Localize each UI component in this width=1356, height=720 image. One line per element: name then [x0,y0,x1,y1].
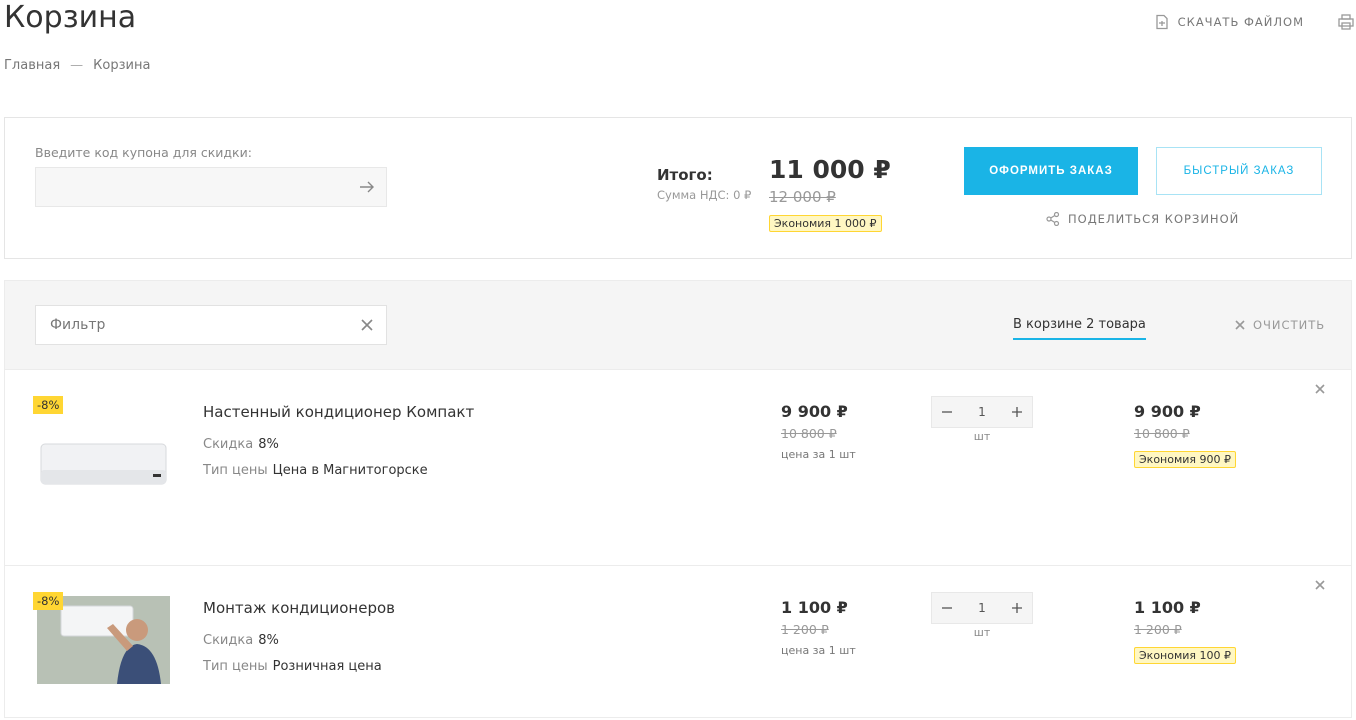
breadcrumb-current: Корзина [93,58,151,73]
print-icon [1338,14,1354,30]
discount-property: Скидка 8% [203,437,279,452]
economy-badge: Экономия 1 000 ₽ [769,215,882,232]
item-sum: 9 900 ₽ [1134,402,1201,421]
economy-badge: Экономия 900 ₽ [1134,451,1237,468]
clear-cart-label: Очистить [1253,318,1326,332]
remove-item-button[interactable] [1315,580,1325,590]
breadcrumb-separator: — [70,58,84,73]
per-unit-label: цена за 1 шт [781,644,856,657]
quantity-unit: шт [973,626,991,639]
increase-quantity-button[interactable] [1002,397,1032,427]
download-file-label: Скачать файлом [1177,15,1304,29]
page-title: Корзина [4,0,137,35]
print-button[interactable] [1336,12,1356,32]
quantity-unit: шт [973,430,991,443]
discount-property: Скидка 8% [203,633,279,648]
discount-value: 8% [258,633,279,648]
discount-label: Скидка [203,633,254,648]
old-unit-price: 10 800 ₽ [781,426,837,441]
arrow-right-icon[interactable] [358,178,376,196]
price-type-property: Тип цены Розничная цена [203,659,382,674]
decrease-quantity-button[interactable] [932,397,962,427]
increase-quantity-button[interactable] [1002,593,1032,623]
filter-placeholder: Фильтр [50,317,106,333]
share-cart-label: Поделиться корзиной [1068,212,1240,226]
old-item-sum: 10 800 ₽ [1134,426,1190,441]
share-icon [1046,212,1060,226]
top-actions: Скачать файлом [1154,12,1356,32]
product-name[interactable]: Монтаж кондиционеров [203,599,395,617]
per-unit-label: цена за 1 шт [781,448,856,461]
item-economy: Экономия 100 ₽ [1134,644,1237,664]
plus-icon [1011,407,1022,417]
item-economy: Экономия 900 ₽ [1134,448,1237,468]
quantity-value[interactable]: 1 [978,601,986,615]
cart-item: -8% Настенный кондиционер Компакт Скидка… [4,370,1352,566]
item-sum: 1 100 ₽ [1134,598,1201,617]
remove-item-button[interactable] [1315,384,1325,394]
discount-label: Скидка [203,437,254,452]
minus-icon [942,411,952,413]
close-icon[interactable] [360,318,374,332]
clear-cart-button[interactable]: Очистить [1235,318,1325,332]
plus-icon [1011,603,1022,613]
total-economy: Экономия 1 000 ₽ [769,212,882,232]
price-type-value: Розничная цена [272,659,382,674]
discount-value: 8% [258,437,279,452]
unit-price: 9 900 ₽ [781,402,848,421]
total-price: 11 000 ₽ [769,155,891,184]
checkout-button[interactable]: Оформить заказ [964,147,1138,195]
download-file-button[interactable]: Скачать файлом [1154,14,1304,30]
share-cart-button[interactable]: Поделиться корзиной [1046,212,1239,226]
file-download-icon [1155,14,1168,30]
close-icon [1235,320,1245,330]
minus-icon [942,607,952,609]
quantity-stepper: 1 [931,592,1033,624]
breadcrumb: Главная — Корзина [4,58,150,73]
old-item-sum: 1 200 ₽ [1134,622,1182,637]
discount-badge: -8% [33,396,64,414]
price-type-value: Цена в Магнитогорске [272,463,428,478]
breadcrumb-home[interactable]: Главная [4,58,60,73]
economy-badge: Экономия 100 ₽ [1134,647,1237,664]
filter-input[interactable]: Фильтр [35,305,387,345]
tab-in-cart[interactable]: В корзине 2 товара [1013,317,1146,340]
product-name[interactable]: Настенный кондиционер Компакт [203,403,474,421]
filter-bar: Фильтр В корзине 2 товара Очистить [4,280,1352,370]
price-type-label: Тип цены [203,659,268,674]
quantity-stepper: 1 [931,396,1033,428]
old-unit-price: 1 200 ₽ [781,622,829,637]
total-label: Итого: [657,166,713,184]
quantity-value[interactable]: 1 [978,405,986,419]
unit-price: 1 100 ₽ [781,598,848,617]
old-total-price: 12 000 ₽ [769,188,836,206]
decrease-quantity-button[interactable] [932,593,962,623]
price-type-label: Тип цены [203,463,268,478]
cart-summary: Введите код купона для скидки: Итого: Су… [4,117,1352,259]
coupon-label: Введите код купона для скидки: [35,145,252,160]
discount-badge: -8% [33,592,64,610]
vat-sum: Сумма НДС: 0 ₽ [657,188,752,202]
price-type-property: Тип цены Цена в Магнитогорске [203,463,428,478]
quick-order-button[interactable]: Быстрый заказ [1156,147,1322,195]
coupon-input[interactable] [35,167,387,207]
cart-item: -8% Монтаж кондиционеров Скидка 8% Тип це… [4,566,1352,718]
